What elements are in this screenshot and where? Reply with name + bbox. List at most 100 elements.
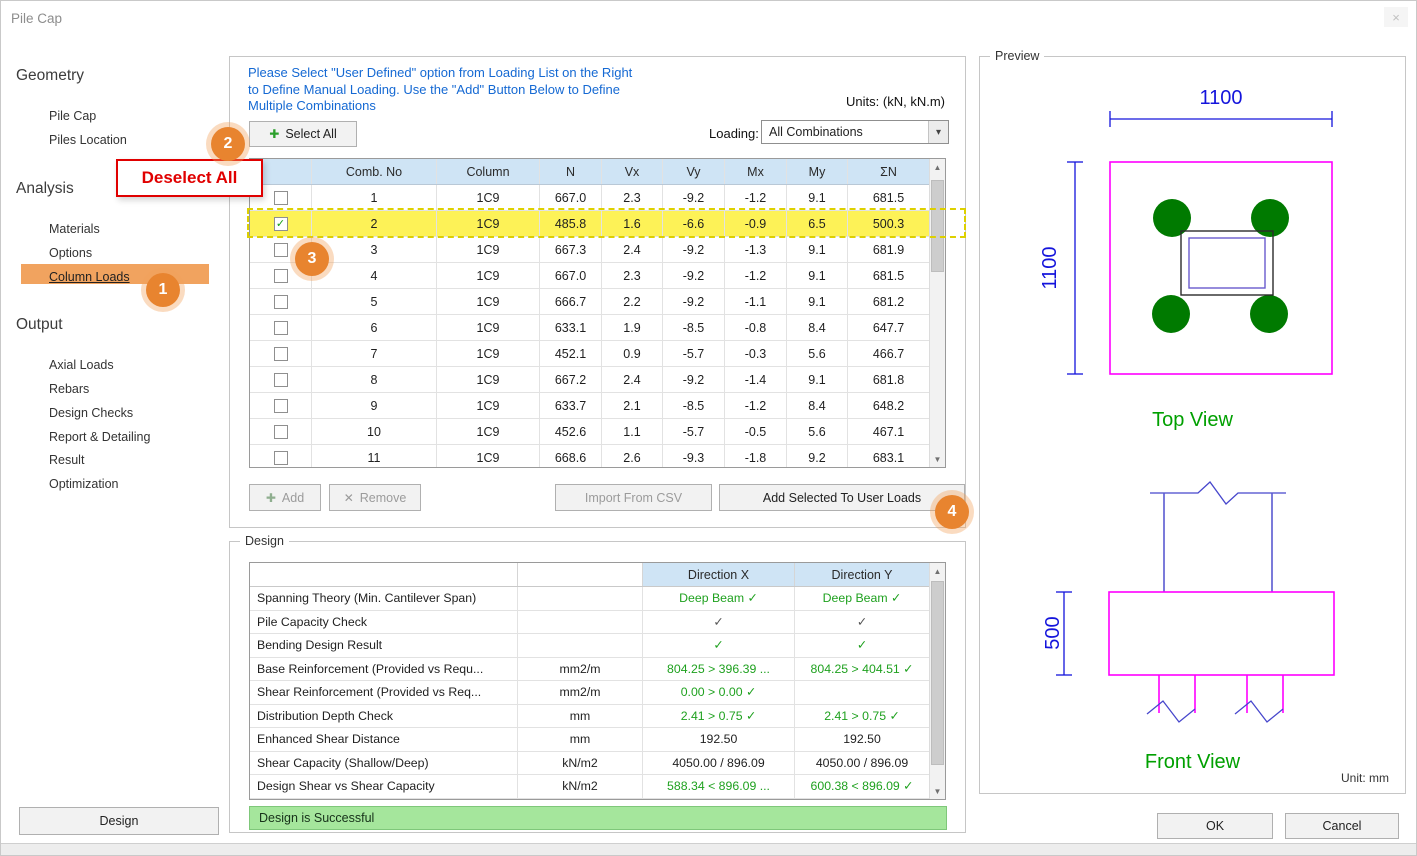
cell-vy: -8.5 [663,393,725,418]
cell-column: 1C9 [437,185,540,210]
close-icon[interactable]: × [1384,7,1408,27]
row-checkbox[interactable] [273,190,288,205]
row-checkbox[interactable] [273,450,288,465]
design-direction-x-value: Deep Beam ✓ [643,587,795,610]
annotation-step-1: 1 [146,273,180,307]
scroll-down-icon[interactable]: ▼ [930,783,945,799]
add-selected-to-user-loads-button[interactable]: Add Selected To User Loads [719,484,965,511]
scroll-thumb[interactable] [931,180,944,272]
scroll-thumb[interactable] [931,581,944,765]
header-mx: Mx [725,159,787,184]
design-direction-x-value: 588.34 < 896.09 ... [643,775,795,798]
scroll-down-icon[interactable]: ▼ [930,451,945,467]
instruction-text: Please Select "User Defined" option from… [248,65,633,113]
sidebar-section-geometry: Geometry [16,67,85,84]
load-row[interactable]: 6 1C9 633.1 1.9 -8.5 -0.8 8.4 647.7 [250,315,945,341]
design-direction-y-value: 2.41 > 0.75 ✓ [824,708,900,723]
cell-vy: -9.2 [663,263,725,288]
cell-vy: -9.2 [663,289,725,314]
load-row[interactable]: 7 1C9 452.1 0.9 -5.7 -0.3 5.6 466.7 [250,341,945,367]
select-all-button[interactable]: ✚ Select All [249,121,357,147]
cell-n: 667.0 [540,263,602,288]
ok-button[interactable]: OK [1157,813,1273,839]
sidebar-item-axial-loads[interactable]: Axial Loads [49,358,114,372]
cell-column: 1C9 [437,445,540,467]
cell-n: 452.6 [540,419,602,444]
load-row[interactable]: 5 1C9 666.7 2.2 -9.2 -1.1 9.1 681.2 [250,289,945,315]
cell-n: 667.0 [540,185,602,210]
row-checkbox[interactable] [273,424,288,439]
cell-sum-n: 683.1 [872,450,905,465]
design-direction-x-value: 2.41 > 0.75 ✓ [643,704,795,727]
load-row[interactable]: 10 1C9 452.6 1.1 -5.7 -0.5 5.6 467.1 [250,419,945,445]
row-checkbox[interactable] [273,294,288,309]
sidebar-item-options[interactable]: Options [49,246,92,260]
sidebar-item-materials[interactable]: Materials [49,222,100,236]
sidebar-item-piles-location[interactable]: Piles Location [49,133,127,147]
checkbox-cell [250,341,312,366]
design-direction-y-value: Deep Beam ✓ [822,591,902,606]
cell-comb-no: 1 [312,185,437,210]
scroll-up-icon[interactable]: ▲ [930,563,945,579]
sidebar-item-rebars[interactable]: Rebars [49,382,89,396]
dimension-width-label: 1100 [1199,87,1243,109]
add-button[interactable]: ✚ Add [249,484,321,511]
loading-combobox[interactable]: All Combinations ▾ [761,120,949,144]
sidebar-item-report-detailing[interactable]: Report & Detailing [49,430,150,444]
loads-scrollbar[interactable]: ▲ ▼ [929,159,945,467]
sidebar-item-design-checks[interactable]: Design Checks [49,406,133,420]
cell-comb-no: 3 [312,237,437,262]
row-checkbox[interactable] [273,242,288,257]
design-button[interactable]: Design [19,807,219,835]
annotation-step-3: 3 [295,242,329,276]
checkbox-cell [250,289,312,314]
remove-button[interactable]: ✕ Remove [329,484,421,511]
load-row[interactable]: 2 1C9 485.8 1.6 -6.6 -0.9 6.5 500.3 [250,211,945,237]
load-row[interactable]: 9 1C9 633.7 2.1 -8.5 -1.2 8.4 648.2 [250,393,945,419]
cell-my: 8.4 [787,393,848,418]
design-row: Distribution Depth Check mm 2.41 > 0.75 … [250,704,945,728]
cell-comb-no: 7 [312,341,437,366]
cell-my: 5.6 [787,419,848,444]
sidebar-item-result[interactable]: Result [49,453,84,467]
sidebar-item-optimization[interactable]: Optimization [49,477,118,491]
cell-n: 452.1 [540,341,602,366]
load-row[interactable]: 4 1C9 667.0 2.3 -9.2 -1.2 9.1 681.5 [250,263,945,289]
design-direction-x-value: 4050.00 / 896.09 [643,751,795,774]
cell-my: 9.1 [787,185,848,210]
import-from-csv-button[interactable]: Import From CSV [555,484,712,511]
design-unit [518,587,643,610]
header-column: Column [437,159,540,184]
design-results-table: Direction X Direction Y Spanning Theory … [249,562,946,800]
checkbox-cell [250,367,312,392]
header-sum-n: ΣN [880,164,897,179]
design-row: Design Shear vs Shear Capacity kN/m2 588… [250,775,945,799]
row-checkbox[interactable] [273,268,288,283]
row-checkbox[interactable] [273,346,288,361]
cell-vx: 2.4 [602,237,663,262]
load-row[interactable]: 11 1C9 668.6 2.6 -9.3 -1.8 9.2 683.1 [250,445,945,467]
dimension-depth-label: 500 [1042,616,1064,650]
load-row[interactable]: 3 1C9 667.3 2.4 -9.2 -1.3 9.1 681.9 [250,237,945,263]
chevron-down-icon[interactable]: ▾ [928,121,948,143]
sidebar-item-column-loads[interactable]: Column Loads [49,270,130,284]
cell-mx: -0.8 [725,315,787,340]
cell-mx: -1.2 [725,263,787,288]
row-checkbox[interactable] [273,372,288,387]
header-unit-col [518,563,643,586]
row-checkbox[interactable] [273,320,288,335]
load-row[interactable]: 1 1C9 667.0 2.3 -9.2 -1.2 9.1 681.5 [250,185,945,211]
cell-my: 9.1 [787,289,848,314]
design-scrollbar[interactable]: ▲ ▼ [929,563,945,799]
cancel-button[interactable]: Cancel [1285,813,1399,839]
design-unit [518,634,643,657]
sidebar-item-pile-cap[interactable]: Pile Cap [49,109,96,123]
cell-vx: 1.9 [602,315,663,340]
cell-column: 1C9 [437,263,540,288]
scroll-up-icon[interactable]: ▲ [930,159,945,175]
row-checkbox[interactable] [273,398,288,413]
cell-vy: -5.7 [663,419,725,444]
cell-comb-no: 5 [312,289,437,314]
row-checkbox[interactable] [273,216,288,231]
load-row[interactable]: 8 1C9 667.2 2.4 -9.2 -1.4 9.1 681.8 [250,367,945,393]
